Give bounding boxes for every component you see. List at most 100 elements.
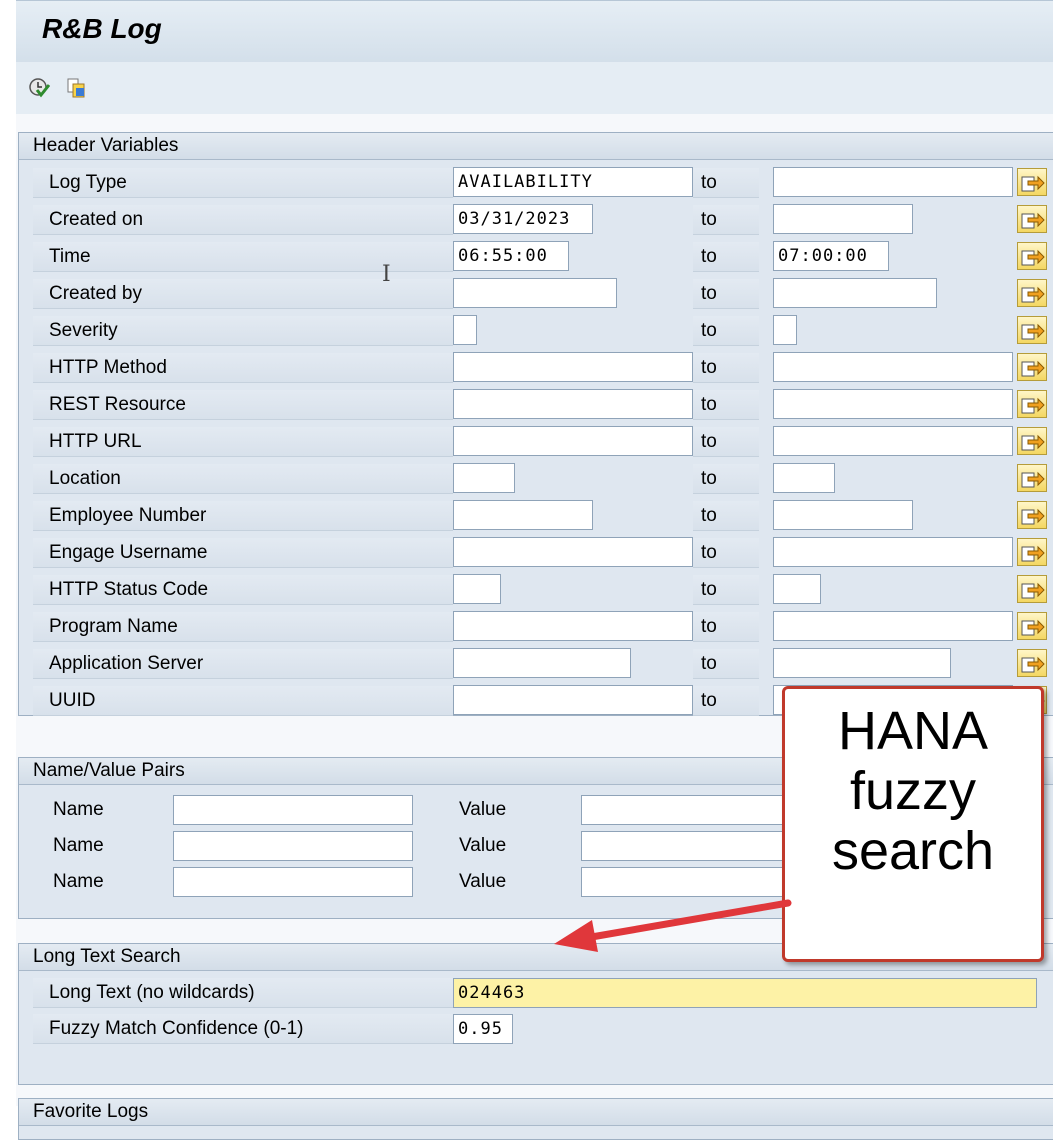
- label-program-name: Program Name: [33, 612, 453, 642]
- http-method-from-input[interactable]: [453, 352, 693, 382]
- to-label: to: [693, 168, 759, 198]
- to-label: to: [693, 353, 759, 383]
- row-http-url: HTTP URL to: [19, 424, 1053, 458]
- row-log-type: Log Type AVAILABILITY to: [19, 165, 1053, 199]
- multiple-selection-icon[interactable]: [1017, 316, 1047, 344]
- rest-resource-to-input[interactable]: [773, 389, 1013, 419]
- toolbar: [16, 62, 1053, 114]
- uuid-from-input[interactable]: [453, 685, 693, 715]
- to-label: to: [693, 242, 759, 272]
- long-text-input[interactable]: 024463: [453, 978, 1037, 1008]
- to-label: to: [693, 649, 759, 679]
- to-label: to: [693, 279, 759, 309]
- to-label: to: [693, 205, 759, 235]
- program-name-to-input[interactable]: [773, 611, 1013, 641]
- row-employee-number: Employee Number to: [19, 498, 1053, 532]
- log-type-to-input[interactable]: [773, 167, 1013, 197]
- to-label: to: [693, 316, 759, 346]
- get-variant-icon[interactable]: [66, 76, 88, 100]
- row-http-method: HTTP Method to: [19, 350, 1053, 384]
- label-engage-username: Engage Username: [33, 538, 453, 568]
- label-http-url: HTTP URL: [33, 427, 453, 457]
- multiple-selection-icon[interactable]: [1017, 390, 1047, 418]
- http-url-from-input[interactable]: [453, 426, 693, 456]
- label-created-on: Created on: [33, 205, 453, 235]
- multiple-selection-icon[interactable]: [1017, 427, 1047, 455]
- log-type-from-input[interactable]: AVAILABILITY: [453, 167, 693, 197]
- callout-line: search: [831, 821, 995, 881]
- callout-arrow: [554, 899, 792, 952]
- multiple-selection-icon[interactable]: [1017, 538, 1047, 566]
- employee-number-to-input[interactable]: [773, 500, 913, 530]
- label-application-server: Application Server: [33, 649, 453, 679]
- label-fuzzy-confidence: Fuzzy Match Confidence (0-1): [33, 1014, 453, 1044]
- program-name-from-input[interactable]: [453, 611, 693, 641]
- multiple-selection-icon[interactable]: [1017, 464, 1047, 492]
- created-by-to-input[interactable]: [773, 278, 937, 308]
- time-from-input[interactable]: 06:55:00: [453, 241, 569, 271]
- http-status-code-from-input[interactable]: [453, 574, 501, 604]
- location-to-input[interactable]: [773, 463, 835, 493]
- long-text-search-group: Long Text Search Long Text (no wildcards…: [18, 943, 1053, 1085]
- name-input[interactable]: [173, 831, 413, 861]
- time-to-input[interactable]: 07:00:00: [773, 241, 889, 271]
- row-rest-resource: REST Resource to: [19, 387, 1053, 421]
- http-method-to-input[interactable]: [773, 352, 1013, 382]
- label-http-method: HTTP Method: [33, 353, 453, 383]
- callout-line: fuzzy: [849, 761, 977, 821]
- row-created-on: Created on 03/31/2023 to: [19, 202, 1053, 236]
- row-time: Time 06:55:00 to 07:00:00: [19, 239, 1053, 273]
- row-severity: Severity to: [19, 313, 1053, 347]
- row-program-name: Program Name to: [19, 609, 1053, 643]
- name-label: Name: [53, 835, 104, 856]
- created-on-from-input[interactable]: 03/31/2023: [453, 204, 593, 234]
- http-status-code-to-input[interactable]: [773, 574, 821, 604]
- severity-from-input[interactable]: [453, 315, 477, 345]
- location-from-input[interactable]: [453, 463, 515, 493]
- page-title: R&B Log: [42, 13, 162, 44]
- application-server-to-input[interactable]: [773, 648, 951, 678]
- multiple-selection-icon[interactable]: [1017, 649, 1047, 677]
- multiple-selection-icon[interactable]: [1017, 612, 1047, 640]
- label-employee-number: Employee Number: [33, 501, 453, 531]
- multiple-selection-icon[interactable]: [1017, 205, 1047, 233]
- name-input[interactable]: [173, 867, 413, 897]
- to-label: to: [693, 686, 759, 716]
- row-location: Location to: [19, 461, 1053, 495]
- row-application-server: Application Server to: [19, 646, 1053, 680]
- multiple-selection-icon[interactable]: [1017, 501, 1047, 529]
- created-on-to-input[interactable]: [773, 204, 913, 234]
- to-label: to: [693, 501, 759, 531]
- fuzzy-confidence-input[interactable]: 0.95: [453, 1014, 513, 1044]
- multiple-selection-icon[interactable]: [1017, 353, 1047, 381]
- multiple-selection-icon[interactable]: [1017, 242, 1047, 270]
- severity-to-input[interactable]: [773, 315, 797, 345]
- row-engage-username: Engage Username to: [19, 535, 1053, 569]
- employee-number-from-input[interactable]: [453, 500, 593, 530]
- label-uuid: UUID: [33, 686, 453, 716]
- engage-username-to-input[interactable]: [773, 537, 1013, 567]
- value-label: Value: [459, 835, 507, 856]
- name-input[interactable]: [173, 795, 413, 825]
- callout-box: HANA fuzzy search: [782, 686, 1044, 962]
- value-label: Value: [459, 871, 507, 892]
- to-label: to: [693, 538, 759, 568]
- label-location: Location: [33, 464, 453, 494]
- rest-resource-from-input[interactable]: [453, 389, 693, 419]
- engage-username-from-input[interactable]: [453, 537, 693, 567]
- multiple-selection-icon[interactable]: [1017, 279, 1047, 307]
- group-title-header-variables: Header Variables: [19, 133, 1053, 160]
- label-http-status-code: HTTP Status Code: [33, 575, 453, 605]
- multiple-selection-icon[interactable]: [1017, 168, 1047, 196]
- header-variables-group: Header Variables Log Type AVAILABILITY t…: [18, 132, 1053, 716]
- created-by-from-input[interactable]: [453, 278, 617, 308]
- execute-clock-icon[interactable]: [28, 76, 51, 100]
- group-title-favorite-logs: Favorite Logs: [19, 1099, 1053, 1126]
- multiple-selection-icon[interactable]: [1017, 575, 1047, 603]
- value-label: Value: [459, 799, 507, 820]
- label-severity: Severity: [33, 316, 453, 346]
- row-created-by: Created by to: [19, 276, 1053, 310]
- to-label: to: [693, 575, 759, 605]
- http-url-to-input[interactable]: [773, 426, 1013, 456]
- application-server-from-input[interactable]: [453, 648, 631, 678]
